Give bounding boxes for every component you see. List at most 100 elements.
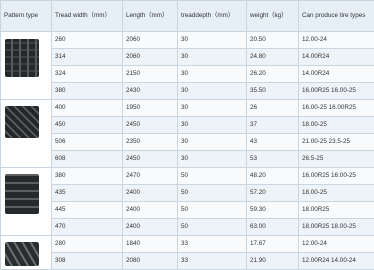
tire-types-cell: 12.00-24 — [298, 235, 374, 253]
weight-cell: 63.00 — [246, 218, 299, 236]
length-cell: 2080 — [122, 252, 178, 270]
table-row: 400 1950 30 26 16.00-25 16.00R25 — [0, 99, 374, 168]
length-cell: 2060 — [122, 48, 178, 66]
table-body: 260 2060 30 20.50 12.00-24 314 2060 30 24.80 14.0… — [0, 31, 374, 270]
tread-depth-cell: 30 — [177, 150, 247, 168]
tread-depth-cell: 33 — [177, 252, 247, 270]
weight-cell: 26 — [246, 99, 299, 117]
tread-width-cell: 280 — [51, 235, 123, 253]
weight-cell: 57.20 — [246, 184, 299, 202]
weight-cell: 43 — [246, 133, 299, 151]
weight-cell: 37 — [246, 116, 299, 134]
tire-types-cell: 14.00R24 — [298, 65, 374, 83]
length-cell: 2350 — [122, 133, 178, 151]
tire-types-cell: 12.00R24 14.00-24 — [298, 252, 374, 270]
header-row: Pattern type Tread width（mm） Length（mm） … — [0, 0, 374, 32]
tread-width-cell: 260 — [51, 31, 123, 49]
tread-depth-cell: 33 — [177, 235, 247, 253]
table-row: 445 2400 50 59.30 18.00R25 — [1, 201, 374, 219]
tread-width-cell: 400 — [51, 99, 123, 117]
table-row: 314 2060 30 24.80 14.00R24 — [1, 48, 374, 66]
tread-width-cell: 450 — [51, 116, 123, 134]
weight-cell: 20.50 — [246, 31, 299, 49]
tread-width-cell: 380 — [51, 167, 123, 185]
tread-width-cell: 324 — [51, 65, 123, 83]
table-row: 380 2470 50 48.20 16.00R25 16.00-25 — [0, 167, 374, 236]
tire-types-cell: 26.5-25 — [298, 150, 374, 168]
length-cell: 2150 — [122, 65, 178, 83]
weight-cell: 53 — [246, 150, 299, 168]
pattern-type-cell — [0, 31, 52, 100]
pattern-type-cell — [0, 167, 52, 236]
header-tread-depth: treaddepth（mm） — [177, 0, 247, 32]
table-row: 308 2080 33 21.90 12.00R24 14.00-24 — [1, 252, 374, 270]
tire-types-cell: 18.00R25 — [298, 201, 374, 219]
tread-depth-cell: 30 — [177, 48, 247, 66]
tire-types-cell: 21.00-25 23.5-25 — [298, 133, 374, 151]
length-cell: 1840 — [122, 235, 178, 253]
tread-pattern-4-icon — [5, 242, 39, 266]
header-weight: weight（kg） — [246, 0, 299, 32]
header-length: Length（mm） — [122, 0, 178, 32]
tire-types-cell: 16.00R25 16.00-25 — [298, 167, 374, 185]
table-row: 450 2450 30 37 18.00-25 — [1, 116, 374, 134]
weight-cell: 48.20 — [246, 167, 299, 185]
tire-spec-table: Pattern type Tread width（mm） Length（mm） … — [0, 0, 374, 270]
tire-types-cell: 14.00R24 — [298, 48, 374, 66]
tread-width-cell: 308 — [51, 252, 123, 270]
length-cell: 2450 — [122, 150, 178, 168]
tread-pattern-3-icon — [5, 174, 39, 214]
tire-types-cell: 18.00R25 18.00-25 — [298, 218, 374, 236]
tread-width-cell: 470 — [51, 218, 123, 236]
length-cell: 1950 — [122, 99, 178, 117]
header-tread-width: Tread width（mm） — [51, 0, 123, 32]
tire-types-cell: 12.00-24 — [298, 31, 374, 49]
pattern-type-cell — [0, 235, 52, 270]
weight-cell: 17.67 — [246, 235, 299, 253]
length-cell: 2430 — [122, 82, 178, 100]
tread-pattern-2-icon — [5, 106, 39, 138]
tread-depth-cell: 30 — [177, 116, 247, 134]
tread-width-cell: 314 — [51, 48, 123, 66]
length-cell: 2400 — [122, 201, 178, 219]
tire-types-cell: 16.00R25 16.00-25 — [298, 82, 374, 100]
length-cell: 2450 — [122, 116, 178, 134]
length-cell: 2400 — [122, 218, 178, 236]
tread-width-cell: 608 — [51, 150, 123, 168]
tread-width-cell: 435 — [51, 184, 123, 202]
tire-types-cell: 16.00-25 16.00R25 — [298, 99, 374, 117]
length-cell: 2060 — [122, 31, 178, 49]
tread-depth-cell: 50 — [177, 167, 247, 185]
tire-types-cell: 18.00-25 — [298, 116, 374, 134]
weight-cell: 59.30 — [246, 201, 299, 219]
tread-width-cell: 445 — [51, 201, 123, 219]
table-row: 324 2150 30 26.20 14.00R24 — [1, 65, 374, 83]
tread-depth-cell: 30 — [177, 31, 247, 49]
tread-width-cell: 380 — [51, 82, 123, 100]
weight-cell: 24.80 — [246, 48, 299, 66]
tire-types-cell: 18.00-25 — [298, 184, 374, 202]
table-row: 280 1840 33 17.67 12.00-24 — [0, 235, 374, 270]
tread-depth-cell: 30 — [177, 133, 247, 151]
table-row: 608 2450 30 53 26.5-25 — [1, 150, 374, 168]
weight-cell: 21.90 — [246, 252, 299, 270]
tread-depth-cell: 50 — [177, 201, 247, 219]
header-tire-types: Can produce tire types — [298, 0, 374, 32]
table-row: 470 2400 50 63.00 18.00R25 18.00-25 — [1, 218, 374, 236]
tread-depth-cell: 30 — [177, 82, 247, 100]
tread-depth-cell: 30 — [177, 65, 247, 83]
length-cell: 2400 — [122, 184, 178, 202]
length-cell: 2470 — [122, 167, 178, 185]
tread-depth-cell: 50 — [177, 184, 247, 202]
weight-cell: 35.50 — [246, 82, 299, 100]
tread-pattern-1-icon — [5, 39, 39, 77]
table-header: Pattern type Tread width（mm） Length（mm） … — [0, 0, 374, 32]
table-row: 260 2060 30 20.50 12.00-24 — [0, 31, 374, 100]
table-row: 380 2430 30 35.50 16.00R25 16.00-25 — [1, 82, 374, 100]
weight-cell: 26.20 — [246, 65, 299, 83]
tread-width-cell: 506 — [51, 133, 123, 151]
table-row: 506 2350 30 43 21.00-25 23.5-25 — [1, 133, 374, 151]
header-pattern-type: Pattern type — [0, 0, 52, 32]
tread-depth-cell: 30 — [177, 99, 247, 117]
table-row: 435 2400 50 57.20 18.00-25 — [1, 184, 374, 202]
